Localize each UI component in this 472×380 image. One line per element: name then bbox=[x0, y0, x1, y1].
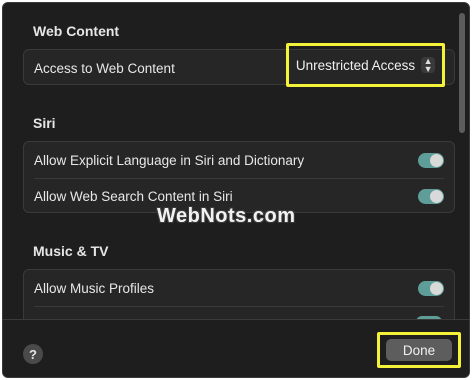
dialog-footer: ? Done bbox=[3, 319, 469, 377]
siri-web-search-toggle[interactable] bbox=[418, 188, 444, 204]
restrictions-dialog: Web Content Access to Web Content Unrest… bbox=[2, 2, 470, 378]
siri-explicit-language-toggle[interactable] bbox=[418, 152, 444, 168]
access-web-content-select[interactable]: Unrestricted Access ▲ ▼ bbox=[286, 43, 445, 87]
section-title-siri: Siri bbox=[33, 115, 56, 131]
section-title-music-tv: Music & TV bbox=[33, 243, 109, 259]
watermark: WebNots.com bbox=[157, 205, 296, 227]
chevron-up-down-icon: ▲ ▼ bbox=[421, 57, 436, 74]
help-button[interactable]: ? bbox=[23, 344, 43, 364]
scrollbar[interactable] bbox=[459, 13, 465, 133]
toggle-knob bbox=[430, 281, 443, 295]
siri-group: Allow Explicit Language in Siri and Dict… bbox=[23, 141, 455, 213]
done-button[interactable]: Done bbox=[386, 339, 452, 361]
music-profiles-label: Allow Music Profiles bbox=[34, 280, 155, 296]
access-web-content-value: Unrestricted Access bbox=[295, 57, 416, 73]
divider bbox=[34, 306, 444, 307]
music-profiles-toggle[interactable] bbox=[418, 280, 444, 296]
access-web-content-label: Access to Web Content bbox=[34, 60, 175, 76]
section-title-web-content: Web Content bbox=[33, 23, 120, 39]
row-music-profiles: Allow Music Profiles bbox=[24, 270, 454, 306]
row-siri-explicit-language: Allow Explicit Language in Siri and Dict… bbox=[24, 142, 454, 178]
siri-web-search-label: Allow Web Search Content in Siri bbox=[34, 188, 233, 204]
done-highlight: Done bbox=[377, 332, 461, 368]
question-mark-icon: ? bbox=[29, 346, 37, 362]
siri-explicit-language-label: Allow Explicit Language in Siri and Dict… bbox=[34, 152, 305, 168]
toggle-knob bbox=[430, 189, 443, 203]
toggle-knob bbox=[430, 153, 443, 167]
